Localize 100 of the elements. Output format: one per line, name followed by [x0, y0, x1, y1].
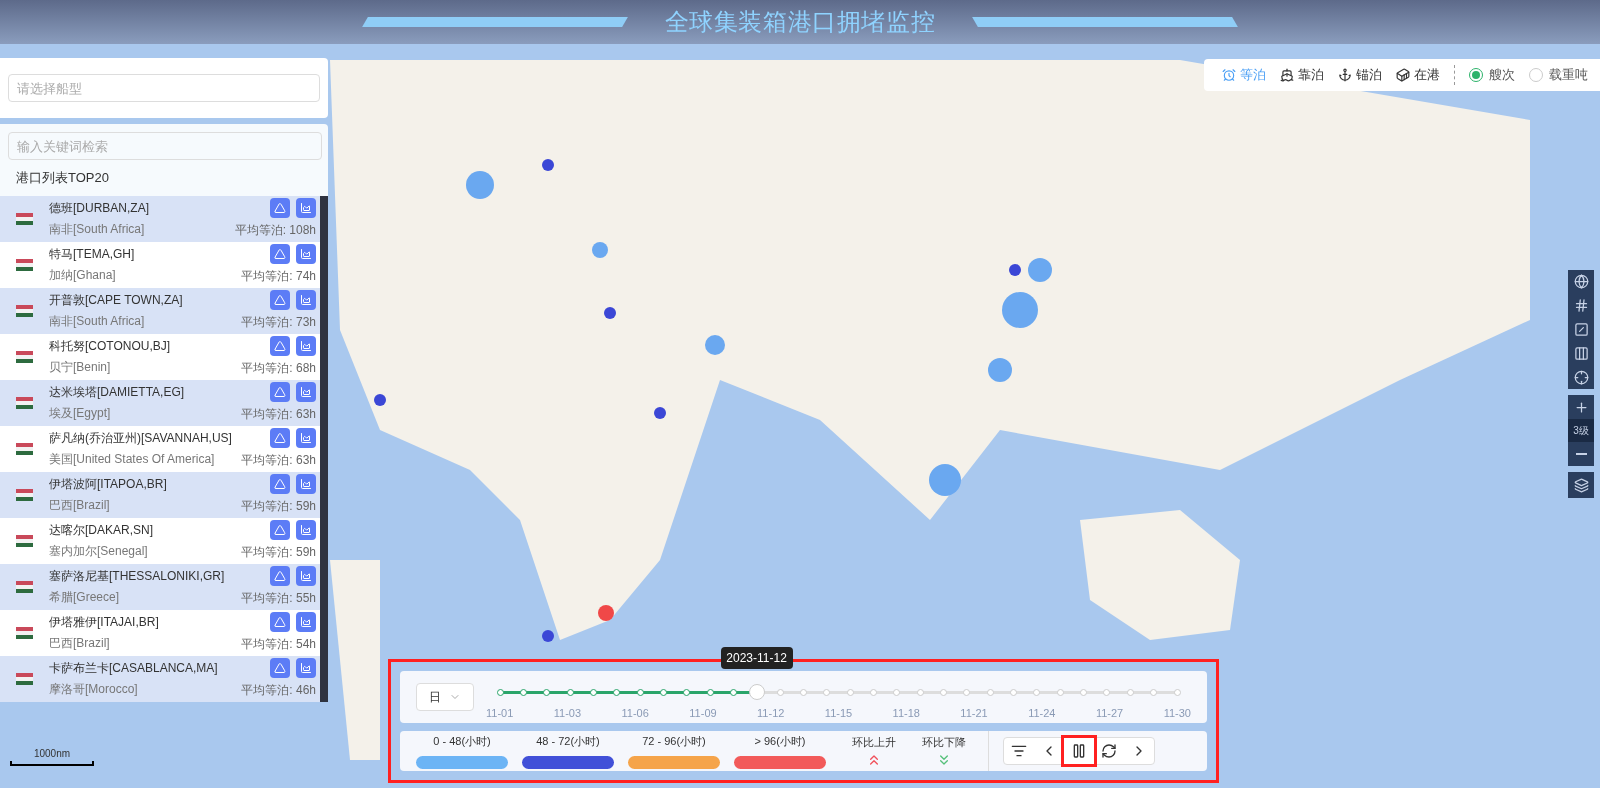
port-chart-button[interactable]	[296, 520, 316, 540]
grid-icon[interactable]	[1573, 298, 1589, 313]
port-country: 摩洛哥[Morocco]	[49, 681, 139, 698]
port-row[interactable]: 达喀尔[DAKAR,SN] 塞内加尔[Senegal] 平均等泊: 59h	[0, 517, 320, 564]
port-detail-button[interactable]	[270, 428, 290, 448]
port-row[interactable]: 科托努[COTONOU,BJ] 贝宁[Benin] 平均等泊: 68h	[0, 333, 320, 380]
port-detail-button[interactable]	[270, 520, 290, 540]
globe-icon[interactable]	[1573, 274, 1589, 289]
port-chart-button[interactable]	[296, 290, 316, 310]
date-tick-label: 11-06	[621, 705, 649, 721]
port-country: 塞内加尔[Senegal]	[49, 543, 149, 560]
port-chart-button[interactable]	[296, 612, 316, 632]
legend-label: > 96(小时)	[754, 734, 806, 750]
port-row[interactable]: 伊塔波阿[ITAPOA,BR] 巴西[Brazil] 平均等泊: 59h	[0, 471, 320, 518]
area-chart-icon	[300, 524, 312, 536]
area-chart-icon	[300, 570, 312, 582]
port-chart-button[interactable]	[296, 474, 316, 494]
average-wait-time: 平均等泊: 74h	[241, 268, 316, 285]
date-tick-label: 11-30	[1163, 705, 1191, 721]
flag-icon	[16, 350, 33, 363]
port-detail-button[interactable]	[270, 244, 290, 264]
flag-icon	[16, 304, 33, 317]
port-country: 南非[South Africa]	[49, 313, 146, 330]
triangle-icon	[274, 386, 286, 398]
port-name: 开普敦[CAPE TOWN,ZA]	[49, 292, 184, 309]
port-row[interactable]: 伊塔雅伊[ITAJAI,BR] 巴西[Brazil] 平均等泊: 54h	[0, 609, 320, 656]
port-country: 加纳[Ghana]	[49, 267, 117, 284]
status-tab[interactable]: 靠泊	[1280, 65, 1324, 85]
port-detail-button[interactable]	[270, 658, 290, 678]
scrollbar[interactable]	[320, 195, 328, 702]
trend-label: 环比上升	[852, 734, 896, 750]
flag-icon	[16, 626, 33, 639]
area-chart-icon	[300, 340, 312, 352]
legend-label: 72 - 96(小时)	[642, 734, 706, 750]
alarm-clock-icon	[1222, 68, 1236, 82]
minus-icon	[1575, 453, 1587, 455]
port-chart-button[interactable]	[296, 336, 316, 356]
radio-label: 艘次	[1489, 66, 1515, 85]
triangle-icon	[274, 662, 286, 674]
port-row[interactable]: 萨凡纳(乔治亚州)[SAVANNAH,US] 美国[United States Of America] 平均等泊: 63h	[0, 425, 320, 472]
port-name: 塞萨洛尼基[THESSALONIKI,GR]	[49, 568, 226, 585]
port-detail-button[interactable]	[270, 290, 290, 310]
average-wait-time: 平均等泊: 68h	[241, 360, 316, 377]
triangle-icon	[274, 524, 286, 536]
status-tab[interactable]: 在港	[1396, 65, 1440, 85]
filter-icon	[1011, 743, 1027, 759]
port-detail-button[interactable]	[270, 198, 290, 218]
port-chart-button[interactable]	[296, 382, 316, 402]
port-name: 特马[TEMA,GH]	[49, 246, 136, 263]
port-detail-button[interactable]	[270, 336, 290, 356]
port-row[interactable]: 特马[TEMA,GH] 加纳[Ghana] 平均等泊: 74h	[0, 241, 320, 288]
flag-icon	[16, 212, 33, 225]
refresh-icon	[1101, 743, 1117, 759]
port-detail-button[interactable]	[270, 612, 290, 632]
port-chart-button[interactable]	[296, 428, 316, 448]
port-chart-button[interactable]	[296, 658, 316, 678]
columns-icon[interactable]	[1573, 346, 1589, 361]
port-chart-button[interactable]	[296, 244, 316, 264]
zoom-level: 3级	[1568, 419, 1594, 442]
triangle-icon	[274, 248, 286, 260]
average-wait-time: 平均等泊: 73h	[241, 314, 316, 331]
average-wait-time: 平均等泊: 55h	[241, 590, 316, 607]
port-detail-button[interactable]	[270, 474, 290, 494]
playback-button[interactable]	[1064, 738, 1094, 764]
average-wait-time: 平均等泊: 54h	[241, 636, 316, 653]
port-row[interactable]: 卡萨布兰卡[CASABLANCA,MA] 摩洛哥[Morocco] 平均等泊: 46h	[0, 655, 320, 702]
port-row[interactable]: 塞萨洛尼基[THESSALONIKI,GR] 希腊[Greece] 平均等泊: 55h	[0, 563, 320, 610]
locate-icon[interactable]	[1573, 370, 1589, 385]
flag-icon	[16, 258, 33, 271]
timeline-thumb[interactable]	[748, 683, 765, 700]
port-chart-button[interactable]	[296, 566, 316, 586]
area-chart-icon	[300, 662, 312, 674]
port-search-field[interactable]: 输入关键词检索	[8, 132, 322, 160]
date-tick-label: 11-24	[1028, 705, 1056, 721]
date-tick-label: 11-15	[824, 705, 853, 721]
granularity-select[interactable]: 日	[416, 683, 474, 711]
port-row[interactable]: 达米埃塔[DAMIETTA,EG] 埃及[Egypt] 平均等泊: 63h	[0, 379, 320, 426]
radio-label: 载重吨	[1549, 66, 1588, 85]
flag-icon	[16, 672, 33, 685]
ship-type-field[interactable]: 请选择船型	[8, 74, 320, 102]
triangle-icon	[274, 340, 286, 352]
port-row[interactable]: 德班[DURBAN,ZA] 南非[South Africa] 平均等泊: 108h	[0, 195, 320, 242]
port-detail-button[interactable]	[270, 382, 290, 402]
port-detail-button[interactable]	[270, 566, 290, 586]
flag-icon	[16, 442, 33, 455]
layers-button[interactable]	[1568, 472, 1594, 498]
layers-icon	[1573, 477, 1589, 493]
port-name: 达喀尔[DAKAR,SN]	[49, 522, 154, 539]
area-chart-icon	[300, 294, 312, 306]
area-chart-icon	[300, 478, 312, 490]
port-country: 巴西[Brazil]	[49, 635, 111, 652]
port-name: 卡萨布兰卡[CASABLANCA,MA]	[49, 660, 219, 677]
port-row[interactable]: 开普敦[CAPE TOWN,ZA] 南非[South Africa] 平均等泊: 73h	[0, 287, 320, 334]
container-icon	[1396, 68, 1410, 82]
port-country: 南非[South Africa]	[49, 221, 146, 238]
average-wait-time: 平均等泊: 63h	[241, 406, 316, 423]
port-chart-button[interactable]	[296, 198, 316, 218]
average-wait-time: 平均等泊: 63h	[241, 452, 316, 469]
status-tab[interactable]: 锚泊	[1338, 65, 1382, 85]
average-wait-time: 平均等泊: 59h	[241, 544, 316, 561]
